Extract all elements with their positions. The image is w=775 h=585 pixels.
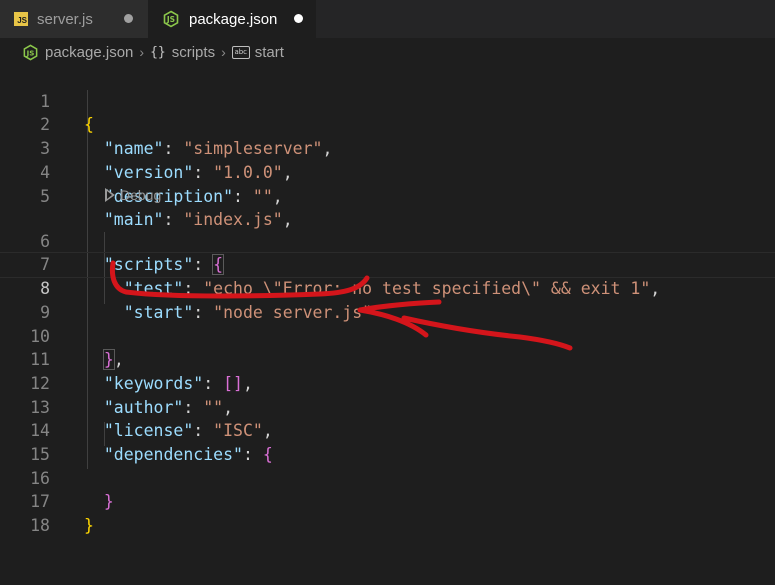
code-line[interactable]: 16 } <box>0 443 775 512</box>
javascript-file-icon: JS <box>14 12 28 26</box>
json-string: "" <box>252 186 273 206</box>
code-line[interactable]: 12 "author": "", <box>0 348 775 417</box>
breadcrumb: JS package.json › {} scripts › abc start <box>0 39 775 65</box>
tab-label: package.json <box>189 10 278 28</box>
breadcrumb-file[interactable]: package.json <box>45 44 133 61</box>
code-line[interactable]: 11 "keywords": [], <box>0 325 775 393</box>
object-symbol-icon: {} <box>150 44 166 60</box>
editor-tab-bar: JS server.js JS package.json <box>0 0 775 38</box>
line-number: 5 <box>40 186 50 206</box>
breadcrumb-start[interactable]: start <box>255 44 284 61</box>
codelens-label: Debug <box>120 187 162 203</box>
svg-text:JS: JS <box>166 15 175 24</box>
breadcrumb-scripts[interactable]: scripts <box>172 44 215 61</box>
svg-text:JS: JS <box>26 48 35 57</box>
nodejs-file-icon: JS <box>23 44 38 60</box>
code-line[interactable]: 5 "main": "index.js", <box>0 161 775 230</box>
tab-label: server.js <box>37 10 93 28</box>
code-line[interactable]: 15 <box>0 419 775 464</box>
code-line[interactable]: 6 "scripts": { <box>0 206 775 276</box>
code-line[interactable]: 14 "dependencies": { <box>0 396 775 464</box>
code-line[interactable]: 10 }, <box>0 301 775 371</box>
chevron-right-icon: › <box>139 44 145 60</box>
code-line[interactable]: 17 } <box>0 467 775 535</box>
string-symbol-icon: abc <box>231 45 250 59</box>
nodejs-file-icon: JS <box>163 10 179 28</box>
code-line[interactable]: 3 "version": "1.0.0", <box>0 113 775 182</box>
code-line[interactable]: 13 "license": "ISC", <box>0 372 775 441</box>
code-line[interactable]: 18 <box>0 490 775 535</box>
line-number: 18 <box>30 516 50 536</box>
code-line[interactable]: 2 "name": "simpleserver", <box>0 90 775 158</box>
tab-package-json[interactable]: JS package.json <box>148 0 316 38</box>
code-line[interactable]: 4 "description": "", <box>0 137 775 206</box>
unsaved-dot-icon[interactable] <box>124 14 133 23</box>
code-line[interactable]: 9 <box>0 277 775 322</box>
code-line-current[interactable]: 8 "start": "node server.js" <box>0 252 775 322</box>
unsaved-dot-icon[interactable] <box>294 14 303 23</box>
tab-server-js[interactable]: JS server.js <box>0 0 148 38</box>
debug-codelens[interactable]: Debug <box>105 185 161 205</box>
chevron-right-icon: › <box>221 44 226 60</box>
code-line[interactable]: 1 { <box>0 66 775 135</box>
debug-play-icon <box>105 188 115 202</box>
code-line[interactable]: 7 "test": "echo \"Error: no test specifi… <box>0 230 775 298</box>
